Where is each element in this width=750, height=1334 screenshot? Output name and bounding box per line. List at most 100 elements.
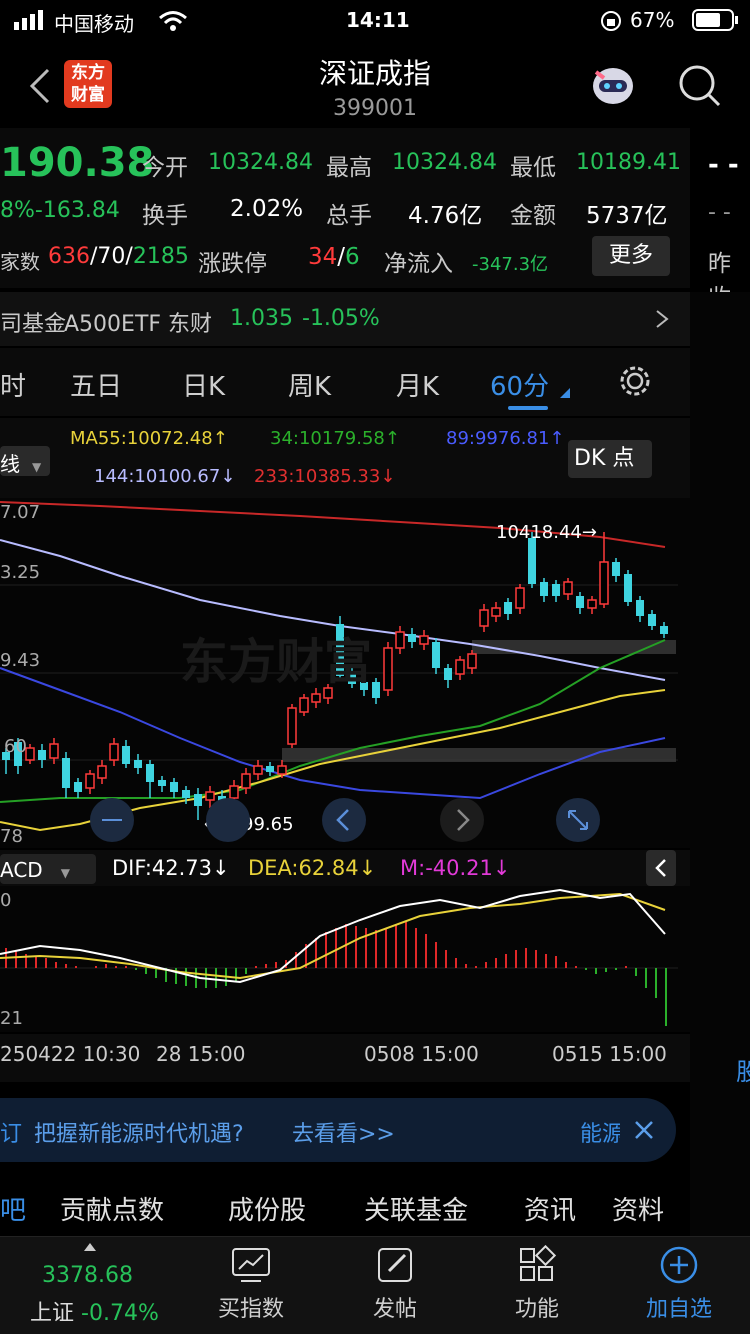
wifi-icon (158, 10, 188, 37)
plus-circle-icon (660, 1246, 698, 1284)
macd-select[interactable]: ACD ▼ (0, 854, 96, 884)
macd-chart[interactable]: 0 21 (0, 886, 690, 1032)
fund-prefix: 司基金 (0, 312, 67, 337)
fund-name: A500ETF 东财 (64, 312, 213, 337)
candle-body (528, 538, 536, 584)
turnover-value: 2.02% (230, 196, 304, 222)
candle-body (62, 758, 70, 788)
info-tab-contribution[interactable]: 贡献点数 (60, 1190, 164, 1227)
info-tab-news[interactable]: 资讯 (524, 1190, 576, 1227)
info-tab-funds[interactable]: 关联基金 (364, 1190, 468, 1227)
candle-body (624, 574, 632, 602)
info-tab-forum[interactable]: 吧 (0, 1190, 26, 1227)
candle-body (170, 782, 178, 792)
search-button[interactable] (676, 62, 722, 112)
candle-body (599, 561, 609, 605)
ma34-value: 34:10179.58↑ (270, 428, 400, 449)
candle-body (372, 682, 380, 698)
high-value: 10324.84 (392, 150, 497, 175)
more-button[interactable]: 更多 (592, 236, 670, 276)
status-bar: 中国移动 14:11 67% (0, 0, 750, 40)
volume-label: 总手 (326, 203, 372, 229)
time-label-2: 28 15:00 (156, 1042, 246, 1066)
side-dash-2: - - (708, 200, 731, 225)
right-side-panel (690, 292, 750, 1334)
settings-gear-icon[interactable] (618, 364, 652, 398)
scroll-left-button[interactable] (322, 798, 366, 842)
fullscreen-button[interactable] (556, 798, 600, 842)
y-label-1: 7.07 (0, 502, 41, 523)
post-label: 发帖 (372, 1297, 417, 1322)
tab-five-day[interactable]: 五日 (70, 366, 122, 403)
tab-60min[interactable]: 60分 (490, 366, 549, 403)
info-tab-constituents[interactable]: 成份股 (228, 1190, 306, 1227)
candle-body (287, 707, 297, 745)
search-icon (679, 65, 721, 107)
candle-body (444, 668, 452, 680)
info-tab-profile[interactable]: 资料 (612, 1190, 664, 1227)
candle-body (515, 587, 525, 609)
tab-daily-k[interactable]: 日K (182, 366, 225, 403)
functions-button[interactable]: 功能 (462, 1244, 612, 1323)
minus-icon (102, 819, 122, 821)
close-icon[interactable] (634, 1120, 654, 1140)
promo-banner[interactable]: 订 把握新能源时代机遇? 去看看>> 能源 (0, 1098, 676, 1162)
scroll-right-button[interactable] (440, 798, 484, 842)
line-select[interactable]: 线 ▼ (0, 446, 50, 476)
add-watchlist-label: 加自选 (645, 1297, 712, 1322)
candle-body (241, 773, 251, 789)
candle-body (491, 607, 501, 617)
tab-weekly-k[interactable]: 周K (288, 366, 331, 403)
macd-m: M:-40.21↓ (400, 856, 511, 880)
low-value: 10189.41 (576, 150, 681, 175)
fund-change: -1.05% (302, 306, 380, 331)
candle-body (182, 790, 190, 798)
chevron-right-icon (457, 809, 470, 831)
tab-monthly-k[interactable]: 月K (396, 366, 439, 403)
robot-assistant-icon[interactable] (588, 62, 638, 108)
count-label: 家数 (0, 250, 40, 274)
banner-text: 把握新能源时代机遇? (34, 1122, 244, 1147)
add-watchlist-button[interactable]: 加自选 (604, 1245, 750, 1323)
triangle-icon (560, 388, 570, 398)
dk-point-button[interactable]: DK 点 (568, 440, 652, 478)
limit-values: 34/6 (308, 244, 360, 270)
side-dash: - - (708, 150, 739, 180)
candlestick-chart[interactable]: 东方财富 7.07 3.25 9.43 60 78 10418.44→ ←979… (0, 498, 690, 848)
fund-bar[interactable]: 司基金 A500ETF 东财 1.035 -1.05% (0, 292, 690, 346)
time-label-4: 0515 15:00 (552, 1042, 667, 1066)
max-label: 10418.44→ (496, 522, 597, 543)
bottom-index[interactable]: 上证 -0.74% (30, 1295, 159, 1327)
candle-body (25, 747, 35, 761)
candle-body (563, 581, 573, 595)
caret-up-icon (84, 1243, 96, 1251)
advance-decline: 636/70/2185 (48, 244, 189, 269)
candle-body (266, 766, 274, 772)
zoom-out-button[interactable] (90, 798, 134, 842)
zoom-in-button[interactable] (206, 798, 250, 842)
price-change: 8%-163.84 (0, 198, 120, 223)
clock: 14:11 (346, 8, 410, 32)
chevron-left-icon (655, 859, 666, 877)
chart-line-icon (232, 1248, 270, 1282)
carrier-name: 中国移动 (54, 12, 134, 36)
high-label: 最高 (326, 155, 372, 181)
candle-body (277, 765, 287, 775)
low-label: 最低 (510, 155, 556, 181)
y-label-4: 60 (4, 736, 27, 757)
candle-body (383, 647, 393, 691)
candle-body (540, 582, 548, 596)
macd-header: ACD ▼ DIF:42.73↓ DEA:62.84↓ M:-40.21↓ (0, 850, 690, 886)
post-button[interactable]: 发帖 (320, 1245, 470, 1323)
buy-index-button[interactable]: 买指数 (176, 1245, 326, 1323)
candle-body (455, 659, 465, 675)
candle-body (311, 693, 321, 703)
turnover-label: 换手 (142, 203, 188, 229)
collapse-button[interactable] (646, 850, 676, 886)
time-label-1: 250422 10:30 (0, 1042, 141, 1066)
banner-link[interactable]: 去看看>> (292, 1116, 395, 1148)
tab-intraday[interactable]: 时 (0, 366, 26, 403)
open-value: 10324.84 (208, 150, 313, 175)
candle-body (612, 562, 620, 576)
y-label-5: 78 (0, 826, 23, 847)
